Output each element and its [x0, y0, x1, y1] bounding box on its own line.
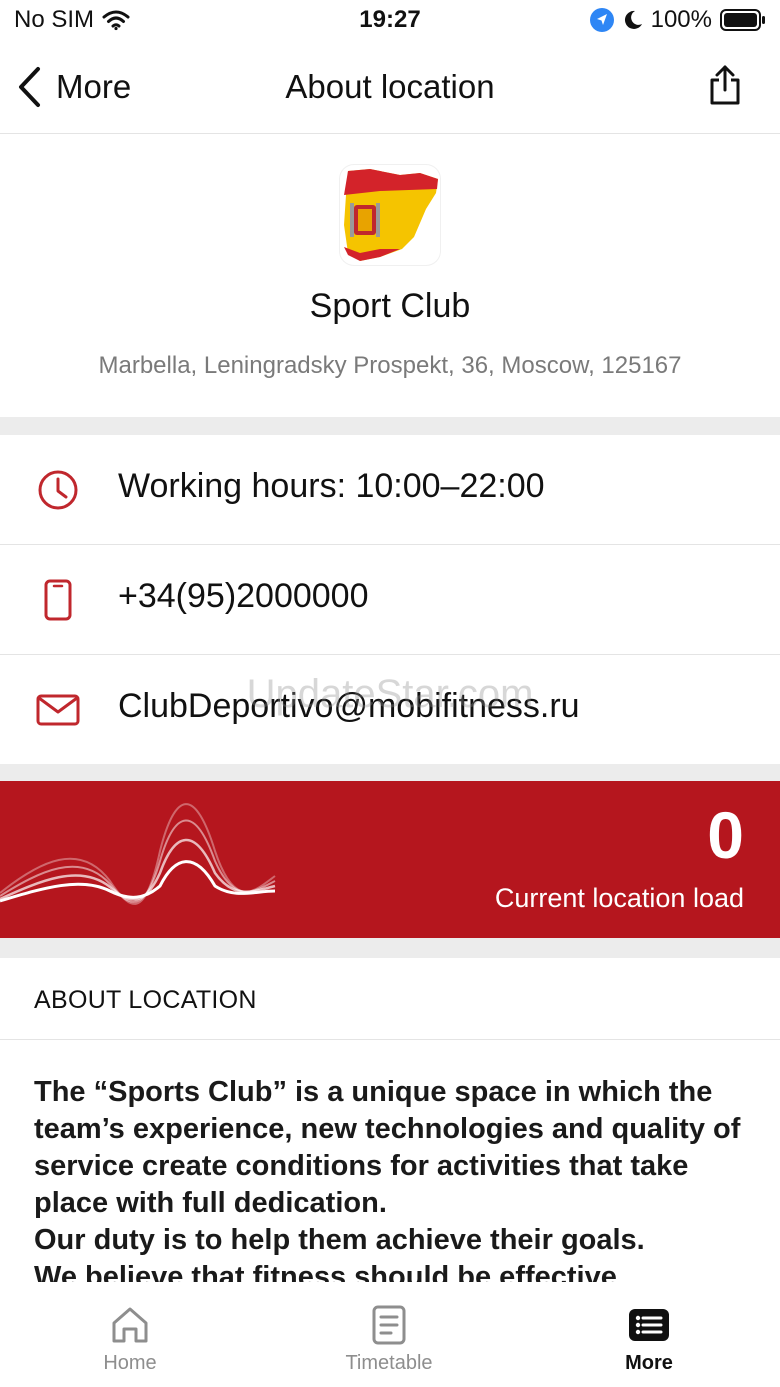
about-paragraph: We believe that fitness should be effect…	[34, 1261, 617, 1282]
wave-graphic-icon	[0, 803, 276, 905]
tab-more[interactable]: More	[569, 1304, 729, 1375]
tab-bar: Home Timetable More	[0, 1284, 780, 1387]
tab-timetable-label: Timetable	[345, 1352, 433, 1374]
location-load-value: 0	[707, 798, 744, 872]
status-bar: No SIM 19:27 100%	[0, 0, 780, 44]
moon-icon	[624, 10, 642, 29]
share-button[interactable]	[708, 64, 742, 111]
mail-icon	[36, 694, 80, 726]
about-paragraph: Our duty is to help them achieve their g…	[34, 1224, 645, 1256]
location-arrow-icon	[589, 8, 614, 32]
tab-home-label: Home	[103, 1352, 157, 1374]
page-title: About location	[285, 68, 495, 105]
section-separator	[0, 938, 780, 958]
location-load-banner: 0 Current location load	[0, 781, 780, 938]
share-icon	[710, 65, 740, 105]
section-separator	[0, 417, 780, 435]
club-header: Sport Club Marbella, Leningradsky Prospe…	[0, 135, 780, 417]
club-logo	[340, 165, 440, 265]
phone-number[interactable]: +34(95)2000000	[118, 577, 369, 616]
club-name: Sport Club	[309, 287, 471, 325]
tab-more-label: More	[625, 1352, 673, 1374]
about-paragraph: The “Sports Club” is a unique space in w…	[34, 1076, 741, 1219]
clock-icon	[38, 470, 78, 510]
tab-timetable[interactable]: Timetable	[309, 1304, 469, 1375]
section-separator	[0, 764, 780, 781]
about-heading-text: ABOUT LOCATION	[34, 986, 257, 1014]
more-list-icon	[629, 1309, 669, 1341]
timetable-icon	[372, 1305, 406, 1345]
status-right: 100%	[589, 6, 766, 34]
working-hours-text: Working hours: 10:00–22:00	[118, 467, 545, 505]
phone-row[interactable]: +34(95)2000000	[0, 545, 780, 654]
about-section-heading: ABOUT LOCATION	[0, 958, 780, 1040]
club-address: Marbella, Leningradsky Prospekt, 36, Mos…	[98, 352, 682, 379]
spain-flag-map-logo	[344, 169, 438, 261]
working-hours-row: Working hours: 10:00–22:00	[0, 435, 780, 544]
email-row[interactable]: ClubDeportivo@mobifitness.ru	[0, 655, 780, 764]
phone-icon	[44, 579, 72, 621]
tab-home[interactable]: Home	[50, 1304, 210, 1375]
about-description: The “Sports Club” is a unique space in w…	[34, 1074, 754, 1282]
battery-icon	[720, 9, 765, 31]
navigation-bar: More About location	[0, 44, 780, 134]
location-load-label: Current location load	[494, 883, 744, 913]
home-icon	[112, 1307, 148, 1343]
email-address[interactable]: ClubDeportivo@mobifitness.ru	[118, 687, 580, 726]
battery-percent: 100%	[650, 6, 712, 33]
